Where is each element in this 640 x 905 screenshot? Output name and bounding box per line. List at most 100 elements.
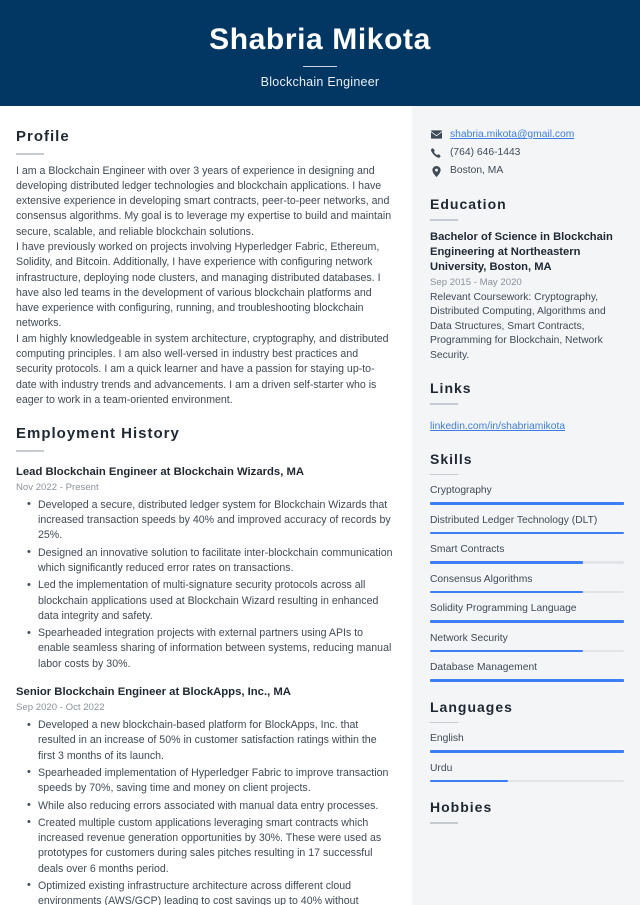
section-hobbies: Hobbies	[430, 799, 624, 837]
skill-label: Distributed Ledger Technology (DLT)	[430, 514, 598, 526]
header-divider	[303, 66, 337, 68]
job-dates: Nov 2022 - Present	[16, 481, 99, 493]
skill-label: Cryptography	[430, 485, 492, 497]
section-heading-education: Education	[430, 196, 507, 212]
section-heading-hobbies: Hobbies	[430, 799, 493, 816]
skill-bar-fill	[430, 620, 624, 623]
education-dates: Sep 2015 - May 2020	[430, 276, 522, 288]
skill-label: Consensus Algorithms	[430, 573, 533, 585]
section-heading-languages: Languages	[430, 698, 513, 715]
section-employment-history: Employment History Lead Blockchain Engin…	[16, 425, 394, 905]
skill-bar-track	[430, 649, 624, 653]
contact-row-email: shabria.mikota@gmail.com	[430, 128, 624, 142]
job-bullet: Spearheaded integration projects with ex…	[27, 626, 394, 672]
skill-item: Consensus Algorithms	[430, 573, 624, 594]
links-list: linkedin.com/in/shabriamikota	[430, 414, 624, 434]
skill-item: Solidity Programming Language	[430, 602, 624, 623]
resume-page: Shabria Mikota Blockchain Engineer Profi…	[0, 0, 640, 905]
job-bullet-list: Developed a new blockchain-based platfor…	[16, 718, 394, 905]
education-coursework: Relevant Coursework: Cryptography, Distr…	[430, 291, 606, 361]
header-job-title: Blockchain Engineer	[260, 75, 380, 90]
skill-label: Network Security	[430, 632, 508, 644]
job-dates: Sep 2020 - Oct 2022	[16, 702, 105, 714]
profile-paragraph: I have previously worked on projects inv…	[16, 240, 381, 330]
contact-row-location: Boston, MA	[430, 164, 624, 178]
page-title: Shabria Mikota	[209, 22, 431, 56]
resume-body: Profile I am a Blockchain Engineer with …	[0, 106, 640, 905]
skill-label: Smart Contracts	[430, 544, 505, 556]
section-education: Education Bachelor of Science in Blockch…	[430, 196, 624, 363]
section-rule	[16, 153, 44, 155]
language-label: Urdu	[430, 762, 453, 774]
skill-label: Database Management	[430, 662, 538, 674]
skill-bar-fill	[430, 649, 584, 653]
section-heading-profile: Profile	[16, 128, 70, 145]
section-rule	[430, 473, 458, 476]
skill-bar-track	[430, 531, 624, 535]
section-heading-links: Links	[430, 380, 472, 397]
section-rule	[430, 403, 458, 405]
section-links: Links linkedin.com/in/shabriamikota	[430, 380, 624, 434]
job-bullet: Designed an innovative solution to facil…	[27, 545, 394, 577]
job-bullet: Spearheaded implementation of Hyperledge…	[27, 765, 394, 797]
contact-info-list: shabria.mikota@gmail.com (764) 646-1443 …	[430, 128, 624, 178]
section-skills: Skills Cryptography Distributed Ledger T…	[430, 451, 624, 682]
envelope-icon	[430, 128, 442, 139]
language-bar-fill	[430, 750, 624, 753]
section-heading-employment: Employment History	[16, 425, 180, 443]
contact-row-phone: (764) 646-1443	[430, 146, 624, 160]
main-column: Profile I am a Blockchain Engineer with …	[0, 106, 412, 905]
job-bullet: Optimized existing infrastructure archit…	[27, 878, 394, 905]
section-rule	[430, 822, 458, 824]
skill-item: Database Management	[430, 661, 624, 682]
phone-number: (764) 646-1443	[450, 147, 521, 158]
job-bullet: Led the implementation of multi-signatur…	[27, 578, 394, 624]
job-bullet: While also reducing errors associated wi…	[27, 798, 394, 814]
language-label: English	[430, 733, 464, 745]
job-bullet: Created multiple custom applications lev…	[27, 815, 394, 877]
employment-entry: Lead Blockchain Engineer at Blockchain W…	[16, 464, 394, 672]
profile-paragraph: I am highly knowledgeable in system arch…	[16, 332, 389, 406]
location-text: Boston, MA	[450, 165, 504, 176]
sidebar-column: shabria.mikota@gmail.com (764) 646-1443 …	[412, 106, 640, 905]
skill-bar-track	[430, 620, 624, 623]
section-rule	[16, 450, 44, 452]
section-profile: Profile I am a Blockchain Engineer with …	[16, 128, 394, 408]
language-bar-fill	[430, 779, 508, 783]
skill-item: Cryptography	[430, 484, 624, 505]
job-title-company: Lead Blockchain Engineer at Blockchain W…	[16, 465, 305, 478]
skill-item: Network Security	[430, 632, 624, 653]
employment-entry: Senior Blockchain Engineer at BlockApps,…	[16, 684, 394, 905]
email-link[interactable]: shabria.mikota@gmail.com	[450, 128, 574, 142]
skill-bar-track	[430, 561, 624, 564]
section-heading-skills: Skills	[430, 450, 473, 467]
profile-paragraph: I am a Blockchain Engineer with over 3 y…	[16, 164, 392, 238]
skill-bar-track	[430, 502, 624, 505]
language-item: English	[430, 732, 624, 753]
skill-bar-track	[430, 590, 624, 594]
job-bullet: Developed a secure, distributed ledger s…	[27, 497, 394, 544]
section-languages: Languages English Urdu	[430, 699, 624, 783]
job-title-company: Senior Blockchain Engineer at BlockApps,…	[16, 686, 291, 699]
skill-bar-fill	[430, 679, 624, 682]
skill-label: Solidity Programming Language	[430, 603, 577, 615]
skill-bar-fill	[430, 531, 624, 535]
job-bullet-list: Developed a secure, distributed ledger s…	[16, 497, 394, 672]
skill-bar-fill	[430, 502, 624, 505]
skill-bar-fill	[430, 590, 584, 594]
phone-icon	[430, 146, 442, 158]
linkedin-link[interactable]: linkedin.com/in/shabriamikota	[430, 421, 565, 432]
language-bar-track	[430, 750, 624, 753]
skill-bar-fill	[430, 561, 584, 564]
language-bar-track	[430, 779, 624, 783]
education-degree: Bachelor of Science in Blockchain Engine…	[430, 230, 613, 273]
profile-paragraphs: I am a Blockchain Engineer with over 3 y…	[16, 164, 394, 409]
section-rule	[430, 721, 458, 724]
skill-bar-track	[430, 679, 624, 682]
location-pin-icon	[430, 164, 442, 177]
skill-item: Smart Contracts	[430, 543, 624, 564]
resume-header: Shabria Mikota Blockchain Engineer	[0, 0, 640, 106]
language-item: Urdu	[430, 762, 624, 783]
section-rule	[430, 219, 458, 221]
skill-item: Distributed Ledger Technology (DLT)	[430, 514, 624, 535]
